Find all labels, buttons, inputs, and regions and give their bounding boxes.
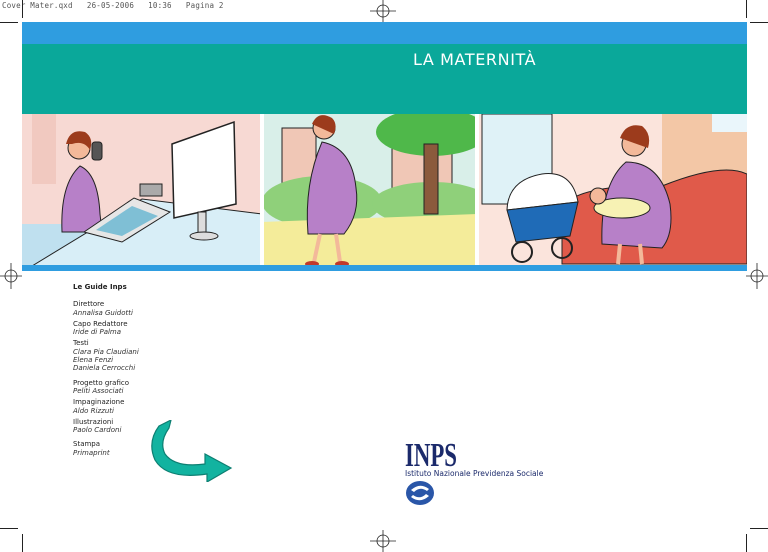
print-slug: Cover Mater.qxd 26-05-2006 10:36 Pagina … <box>2 1 224 10</box>
registration-mark-icon <box>370 530 396 552</box>
credit-role: Capo Redattore <box>73 319 128 328</box>
crop-mark <box>750 528 768 529</box>
credit-name: Elena Fenzi <box>73 356 114 365</box>
credit-group: Progetto grafico Peliti Associati <box>73 379 223 396</box>
credit-group: Direttore Annalisa Guidotti <box>73 300 223 317</box>
credit-name: Daniela Cerrocchi <box>73 364 136 373</box>
credit-name: Aldo Rizzuti <box>73 406 114 415</box>
cover-bottom-band <box>22 265 747 271</box>
crop-mark <box>22 0 23 18</box>
credit-group: Impaginazione Aldo Rizzuti <box>73 398 223 415</box>
cover-blue-band <box>22 22 747 44</box>
credit-role: Direttore <box>73 300 105 309</box>
cover-title: LA MATERNITÀ <box>413 50 537 69</box>
crop-mark <box>0 22 18 23</box>
crop-mark <box>746 534 747 552</box>
inps-tagline: Istituto Nazionale Previdenza Sociale <box>405 469 544 478</box>
crop-mark <box>746 0 747 18</box>
registration-mark-icon <box>0 263 22 289</box>
inps-emblem-icon <box>406 481 434 505</box>
inps-logo-wordmark: INPS <box>405 437 457 468</box>
credit-role: Testi <box>73 339 89 348</box>
credit-group: Testi Clara Pia Claudiani Elena Fenzi Da… <box>73 339 223 372</box>
credit-group: Capo Redattore Iride di Palma <box>73 320 223 337</box>
crop-mark <box>750 22 768 23</box>
credit-role: Progetto grafico <box>73 378 130 387</box>
registration-mark-icon <box>746 263 768 289</box>
crop-mark <box>22 534 23 552</box>
crop-mark <box>0 528 18 529</box>
cover-illustration <box>22 114 747 266</box>
credit-name: Peliti Associati <box>73 386 124 395</box>
series-title: Le Guide Inps <box>73 283 127 291</box>
credit-name: Clara Pia Claudiani <box>73 347 139 356</box>
registration-mark-icon <box>370 0 396 22</box>
curved-arrow-icon <box>151 420 233 482</box>
inps-wordmark: INPS <box>405 437 457 468</box>
cover-teal-band <box>22 44 747 114</box>
credit-name: Annalisa Guidotti <box>73 308 133 317</box>
credit-role: Impaginazione <box>73 398 125 407</box>
credit-name: Iride di Palma <box>73 328 122 337</box>
